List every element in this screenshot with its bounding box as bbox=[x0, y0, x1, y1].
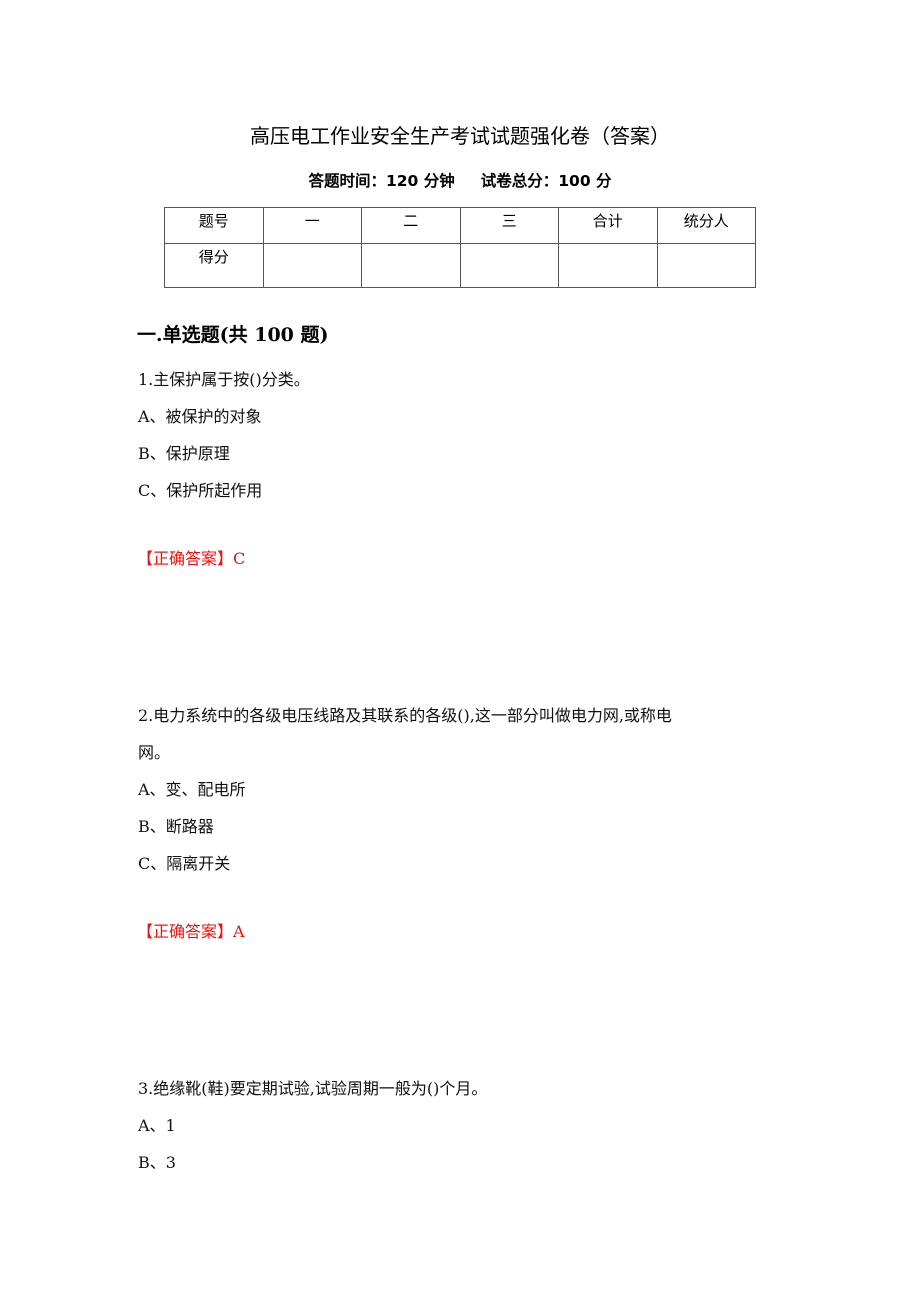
header-cell: 统分人 bbox=[656, 207, 756, 244]
question-1: 1.主保护属于按()分类。 A、被保护的对象 B、保护原理 C、保护所起作用 bbox=[138, 361, 788, 509]
option-b: B、3 bbox=[138, 1153, 176, 1172]
header-cell: 题号 bbox=[164, 207, 264, 244]
question-2: 2.电力系统中的各级电压线路及其联系的各级(),这一部分叫做电力网,或称电 网。… bbox=[138, 697, 788, 882]
option-b: B、断路器 bbox=[138, 817, 214, 836]
option-a: A、被保护的对象 bbox=[138, 407, 262, 426]
exam-info: 答题时间：120 分钟 试卷总分：100 分 bbox=[0, 167, 920, 195]
option-b: B、保护原理 bbox=[138, 444, 230, 463]
score-cell bbox=[656, 243, 756, 288]
row-label-cell: 得分 bbox=[164, 243, 264, 288]
option-c: C、隔离开关 bbox=[138, 854, 231, 873]
header-cell: 三 bbox=[459, 207, 559, 244]
option-a: A、变、配电所 bbox=[138, 780, 246, 799]
score-cell bbox=[262, 243, 362, 288]
document-title: 高压电工作业安全生产考试试题强化卷（答案） bbox=[250, 124, 670, 148]
score-table-score-row: 得分 bbox=[164, 243, 756, 288]
question-stem-line-2: 网。 bbox=[138, 743, 171, 762]
score-cell bbox=[459, 243, 559, 288]
question-stem-line-1: 2.电力系统中的各级电压线路及其联系的各级(),这一部分叫做电力网,或称电 bbox=[138, 706, 672, 725]
exam-time: 答题时间：120 分钟 bbox=[308, 172, 455, 190]
answer-label: 【正确答案】A bbox=[137, 922, 245, 941]
score-cell bbox=[558, 243, 658, 288]
header-cell: 合计 bbox=[558, 207, 658, 244]
question-3: 3.绝缘靴(鞋)要定期试验,试验周期一般为()个月。 A、1 B、3 bbox=[138, 1070, 788, 1181]
exam-page: 高压电工作业安全生产考试试题强化卷（答案） 答题时间：120 分钟 试卷总分：10… bbox=[0, 0, 920, 1302]
score-table-header-row: 题号 一 二 三 合计 统分人 bbox=[164, 207, 756, 244]
answer-label: 【正确答案】C bbox=[137, 549, 246, 568]
score-cell bbox=[361, 243, 461, 288]
question-stem: 3.绝缘靴(鞋)要定期试验,试验周期一般为()个月。 bbox=[138, 1079, 488, 1098]
header-cell: 二 bbox=[361, 207, 461, 244]
option-a: A、1 bbox=[138, 1116, 176, 1135]
question-stem: 1.主保护属于按()分类。 bbox=[138, 370, 310, 389]
total-score: 试卷总分：100 分 bbox=[480, 172, 612, 190]
header-cell: 一 bbox=[262, 207, 362, 244]
section-heading: 一.单选题(共 100 题) bbox=[137, 324, 329, 346]
option-c: C、保护所起作用 bbox=[138, 481, 263, 500]
score-table: 题号 一 二 三 合计 统分人 得分 bbox=[164, 207, 756, 288]
